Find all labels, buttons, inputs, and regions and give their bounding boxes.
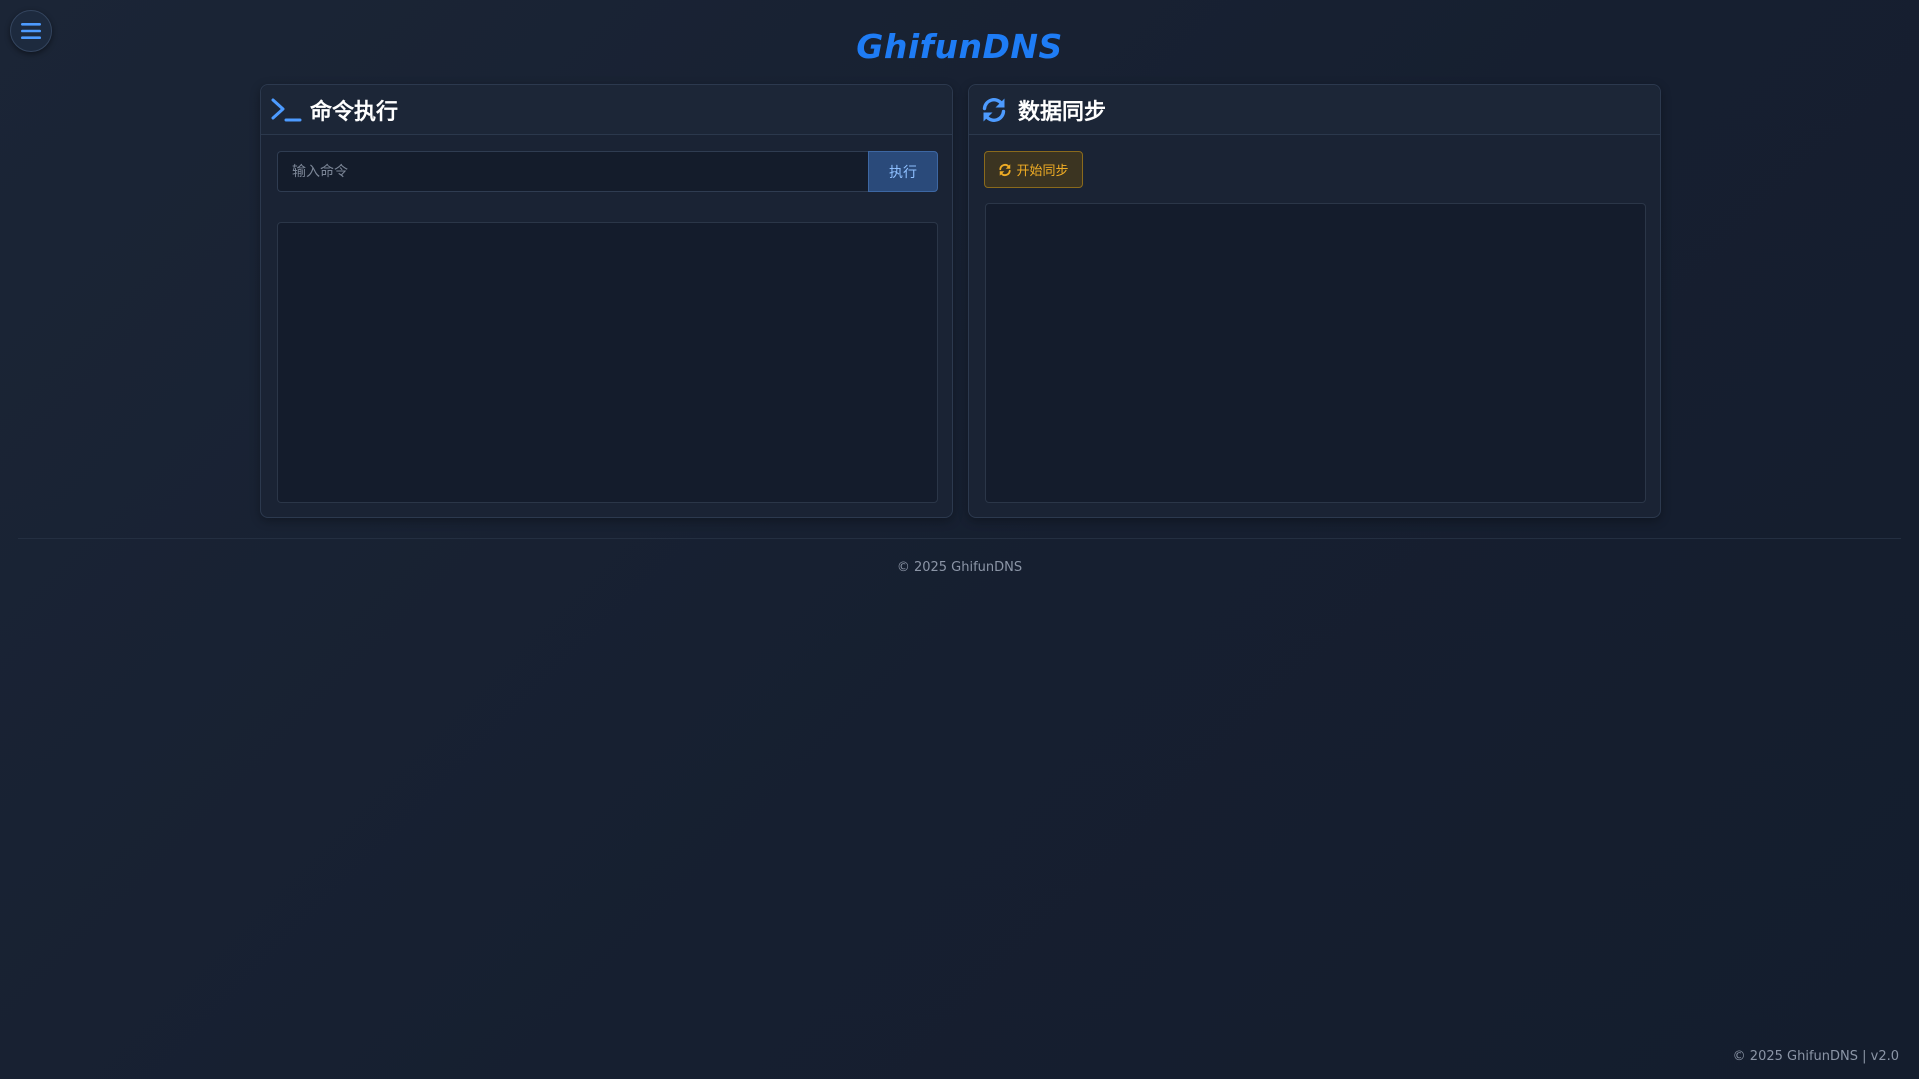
terminal-prompt-icon <box>270 95 302 125</box>
sync-panel-header: 数据同步 <box>969 85 1660 135</box>
footer-version: © 2025 GhifunDNS | v2.0 <box>1732 1049 1899 1064</box>
execute-button[interactable]: 执行 <box>868 151 938 192</box>
command-input[interactable] <box>277 151 868 192</box>
command-execution-panel: 命令执行 执行 <box>260 84 953 518</box>
sync-panel-title: 数据同步 <box>1018 99 1107 125</box>
sync-refresh-icon <box>998 163 1012 177</box>
command-output-area <box>277 222 938 503</box>
start-sync-button[interactable]: 开始同步 <box>984 151 1083 188</box>
start-sync-label: 开始同步 <box>1016 164 1069 179</box>
sync-refresh-icon <box>978 95 1010 125</box>
sync-output-area <box>985 203 1646 503</box>
command-input-group: 执行 <box>277 151 938 192</box>
command-panel-header: 命令执行 <box>261 85 952 135</box>
footer-divider <box>18 538 1901 539</box>
data-sync-panel: 数据同步 开始同步 <box>968 84 1661 518</box>
brand-title: GhifunDNS <box>856 27 1063 66</box>
footer-copyright: © 2025 GhifunDNS <box>896 560 1023 575</box>
command-panel-title: 命令执行 <box>310 99 399 125</box>
